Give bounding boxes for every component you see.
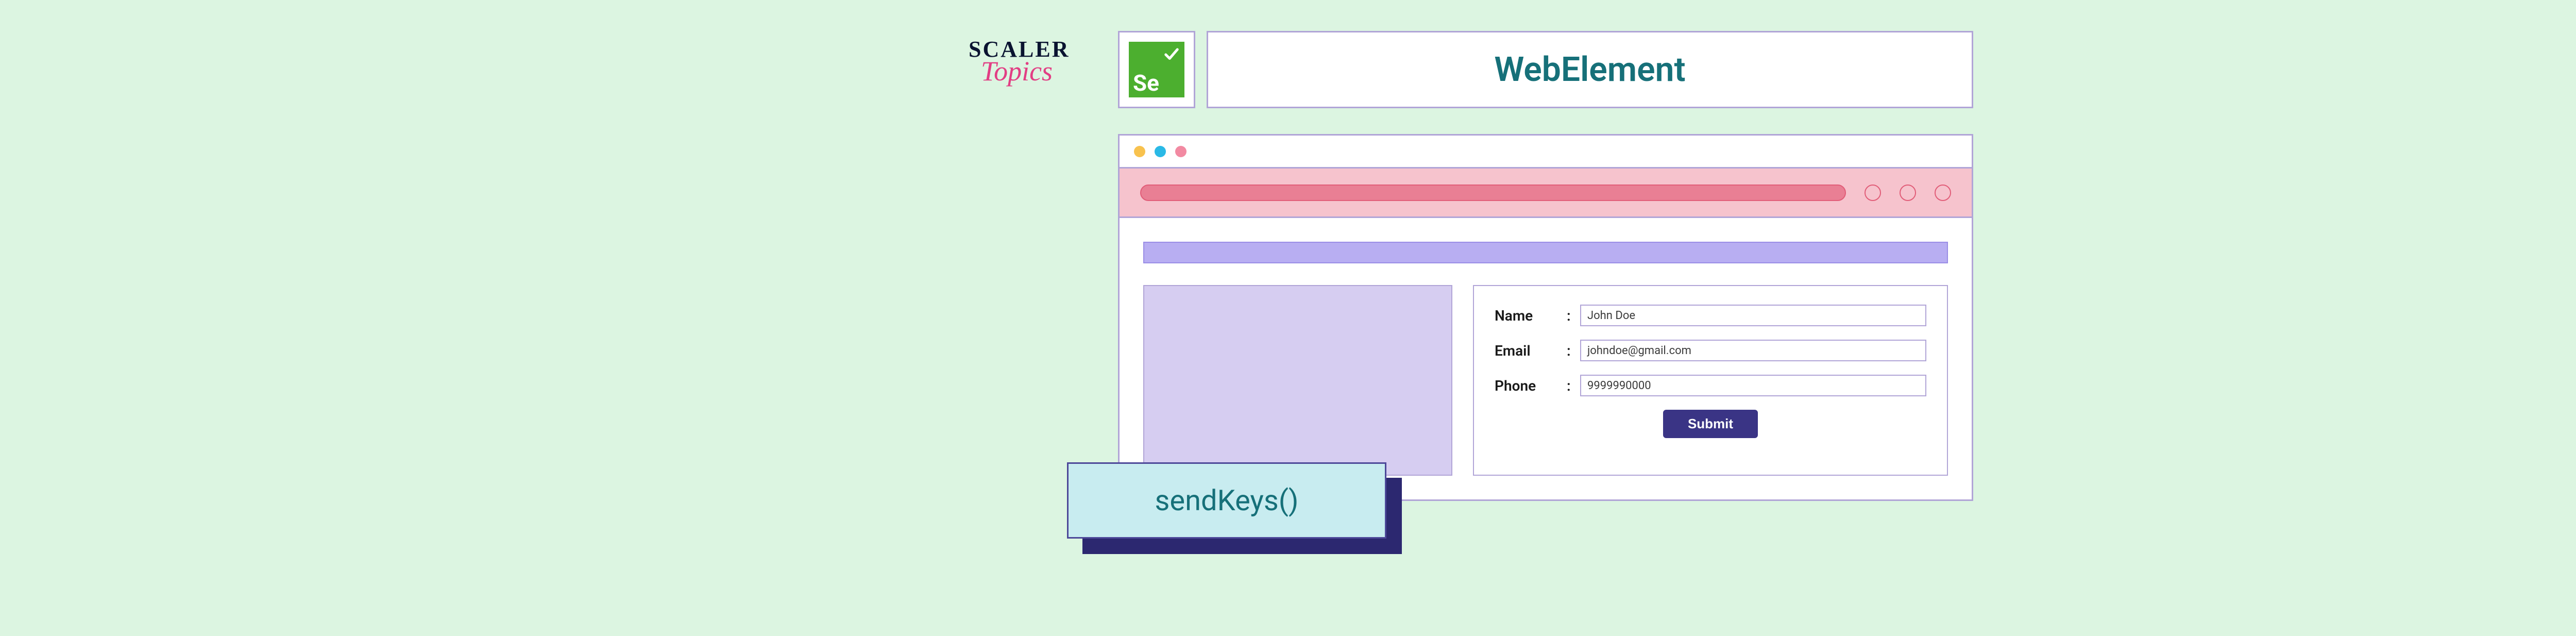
webelement-title: WebElement	[1494, 50, 1685, 90]
colon: :	[1567, 377, 1580, 394]
colon: :	[1567, 307, 1580, 324]
colon: :	[1567, 342, 1580, 359]
browser-content: Name : John Doe Email : johndoe@gmail.co…	[1120, 218, 1972, 499]
name-value: John Doe	[1587, 309, 1635, 322]
selenium-badge: Se	[1118, 31, 1195, 108]
selenium-badge-inner: Se	[1129, 42, 1184, 97]
traffic-light-blue	[1155, 146, 1166, 157]
name-label: Name	[1495, 307, 1567, 324]
toolbar-dot-1	[1865, 185, 1881, 201]
scaler-topics-logo: SCALER Topics	[969, 36, 1103, 87]
phone-label: Phone	[1495, 377, 1567, 394]
browser-toolbar	[1120, 169, 1972, 218]
image-placeholder-panel	[1143, 285, 1452, 476]
traffic-light-yellow	[1134, 146, 1145, 157]
webelement-title-box: WebElement	[1207, 31, 1973, 108]
form-row-email: Email : johndoe@gmail.com	[1495, 340, 1926, 361]
form-row-name: Name : John Doe	[1495, 305, 1926, 326]
logo-line2: Topics	[981, 55, 1103, 87]
callout-box: sendKeys()	[1067, 462, 1386, 539]
sendkeys-callout: sendKeys()	[1067, 462, 1386, 539]
phone-field[interactable]: 9999990000	[1580, 375, 1926, 396]
selenium-text: Se	[1133, 72, 1159, 94]
form-row-phone: Phone : 9999990000	[1495, 375, 1926, 396]
email-value: johndoe@gmail.com	[1587, 344, 1691, 357]
browser-window: Name : John Doe Email : johndoe@gmail.co…	[1118, 134, 1973, 501]
toolbar-dot-2	[1900, 185, 1916, 201]
address-bar[interactable]	[1140, 185, 1846, 201]
form-card: Name : John Doe Email : johndoe@gmail.co…	[1473, 285, 1948, 476]
submit-button[interactable]: Submit	[1663, 410, 1758, 438]
callout-text: sendKeys()	[1155, 483, 1299, 517]
name-field[interactable]: John Doe	[1580, 305, 1926, 326]
purple-band	[1143, 242, 1948, 263]
checkmark-icon	[1164, 47, 1179, 62]
email-label: Email	[1495, 342, 1567, 359]
toolbar-dot-3	[1935, 185, 1951, 201]
phone-value: 9999990000	[1587, 379, 1651, 392]
browser-titlebar	[1120, 136, 1972, 169]
email-field[interactable]: johndoe@gmail.com	[1580, 340, 1926, 361]
header-row: Se WebElement	[1118, 31, 1973, 108]
traffic-light-pink	[1175, 146, 1187, 157]
